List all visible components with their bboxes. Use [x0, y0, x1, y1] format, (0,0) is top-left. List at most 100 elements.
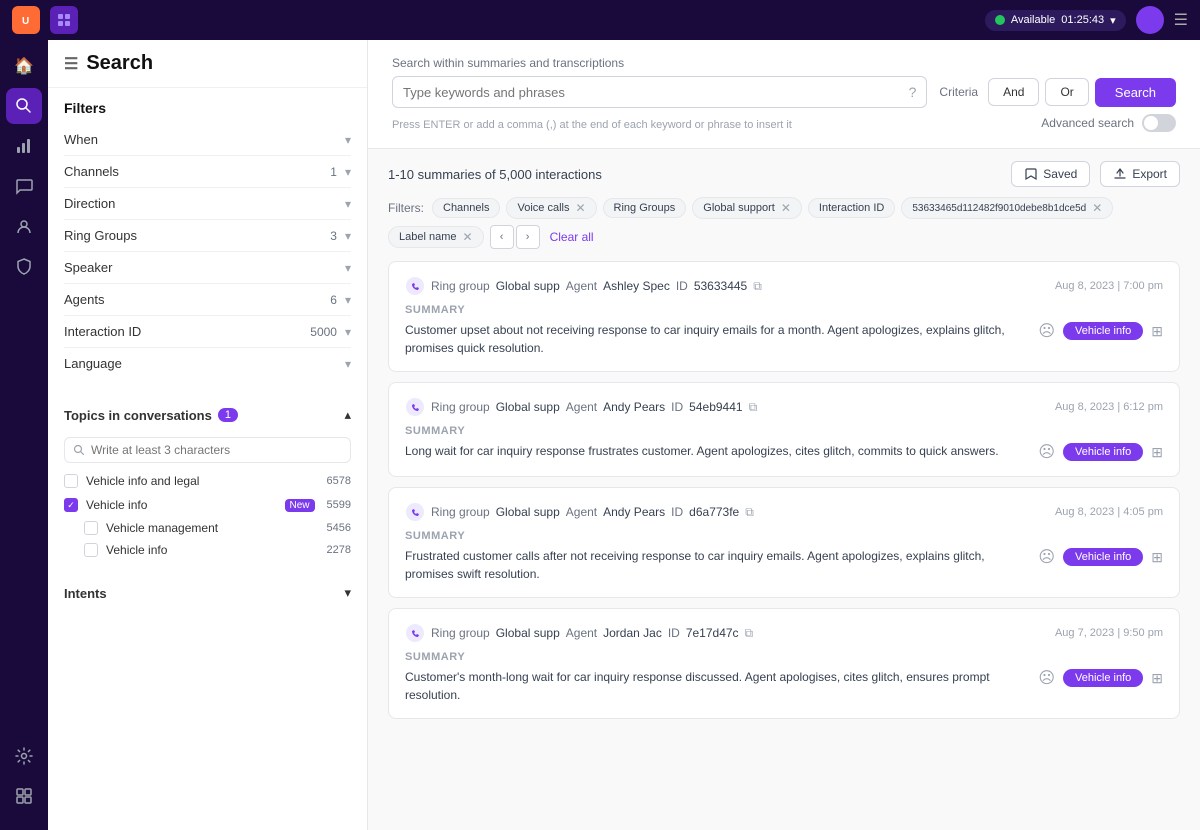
filter-chip-global-support[interactable]: Global support ✕	[692, 197, 802, 219]
search-section-label: Search within summaries and transcriptio…	[392, 56, 1176, 70]
remove-label-name[interactable]: ✕	[463, 230, 473, 244]
summary-actions-4: ☹ Vehicle info ⊞	[1038, 668, 1163, 688]
nav-item-contacts[interactable]	[6, 208, 42, 244]
summary-actions-2: ☹ Vehicle info ⊞	[1038, 442, 1163, 462]
topic-item-vehicle-info-legal[interactable]: Vehicle info and legal 6578	[64, 469, 351, 493]
clear-all-button[interactable]: Clear all	[550, 230, 594, 244]
topics-count: 1	[218, 408, 238, 422]
filter-ring-groups[interactable]: Ring Groups 3 ▾	[64, 220, 351, 252]
arrow-right-button[interactable]: ›	[516, 225, 540, 249]
topbar-right: Available 01:25:43 ▾ ☰	[985, 6, 1188, 34]
help-icon[interactable]: ?	[909, 84, 917, 100]
vehicle-badge-3[interactable]: Vehicle info	[1063, 548, 1143, 566]
nav-item-search[interactable]	[6, 88, 42, 124]
filters-label: Filters:	[388, 201, 424, 215]
topic-search-input[interactable]	[91, 443, 342, 457]
criteria-or-button[interactable]: Or	[1045, 78, 1088, 106]
export-button[interactable]: Export	[1100, 161, 1180, 187]
topic-checkbox-vehicle-management[interactable]	[84, 521, 98, 535]
copy-icon-4[interactable]: ⧉	[745, 626, 754, 641]
criteria-and-button[interactable]: And	[988, 78, 1039, 106]
phone-icon-3	[405, 502, 425, 522]
filter-language[interactable]: Language ▾	[64, 348, 351, 379]
vehicle-badge-2[interactable]: Vehicle info	[1063, 443, 1143, 461]
topic-search[interactable]	[64, 437, 351, 463]
remove-voice-calls[interactable]: ✕	[575, 201, 585, 215]
intents-title: Intents	[64, 586, 107, 601]
status-badge[interactable]: Available 01:25:43 ▾	[985, 10, 1126, 31]
chevron-down-icon: ▾	[345, 325, 351, 339]
topic-item-vehicle-info-sub[interactable]: Vehicle info 2278	[64, 539, 351, 561]
card-meta-3: Ring group Global supp Agent Andy Pears …	[405, 502, 754, 522]
topic-checkbox-vehicle-info-sub[interactable]	[84, 543, 98, 557]
filter-speaker[interactable]: Speaker ▾	[64, 252, 351, 284]
topic-item-vehicle-info-main[interactable]: ✓ Vehicle info New 5599	[64, 493, 351, 517]
transcript-icon-1[interactable]: ⊞	[1151, 323, 1163, 340]
hamburger-icon[interactable]: ☰	[1174, 10, 1188, 30]
filter-direction[interactable]: Direction ▾	[64, 188, 351, 220]
nav-item-settings[interactable]	[6, 738, 42, 774]
arrow-left-button[interactable]: ‹	[490, 225, 514, 249]
saved-button[interactable]: Saved	[1011, 161, 1090, 187]
filters-title: Filters	[64, 100, 351, 116]
copy-icon-3[interactable]: ⧉	[745, 505, 754, 520]
chevron-down-icon: ▾	[345, 133, 351, 147]
copy-icon-2[interactable]: ⧉	[749, 400, 758, 415]
transcript-icon-2[interactable]: ⊞	[1151, 444, 1163, 461]
filter-channels[interactable]: Channels 1 ▾	[64, 156, 351, 188]
summary-label-2: SUMMARY	[405, 425, 1163, 437]
search-icon	[73, 444, 85, 456]
nav-item-grid[interactable]	[6, 778, 42, 814]
card-date-4: Aug 7, 2023 | 9:50 pm	[1055, 627, 1163, 639]
card-date-3: Aug 8, 2023 | 4:05 pm	[1055, 506, 1163, 518]
topbar: U Available 01:25:43 ▾ ☰	[0, 0, 1200, 40]
copy-icon-1[interactable]: ⧉	[753, 279, 762, 294]
topics-header[interactable]: Topics in conversations 1 ▴	[64, 399, 351, 431]
results-count: 1-10 summaries of 5,000 interactions	[388, 167, 602, 182]
vehicle-badge-1[interactable]: Vehicle info	[1063, 322, 1143, 340]
filter-chip-interaction-id-label: Interaction ID	[808, 198, 895, 218]
topic-checkbox-vehicle-info-main[interactable]: ✓	[64, 498, 78, 512]
sidebar: ☰ Search Filters When ▾ Channels 1 ▾ Dir…	[48, 40, 368, 830]
topbar-app-icon[interactable]	[50, 6, 78, 34]
filter-agents[interactable]: Agents 6 ▾	[64, 284, 351, 316]
chevron-down-icon: ▾	[345, 261, 351, 275]
phone-icon-2	[405, 397, 425, 417]
nav-item-analytics[interactable]	[6, 128, 42, 164]
criteria-label: Criteria	[939, 85, 978, 99]
status-time: 01:25:43	[1061, 14, 1104, 26]
result-card-1: Ring group Global supp Agent Ashley Spec…	[388, 261, 1180, 372]
filter-section: Filters When ▾ Channels 1 ▾ Direction ▾ …	[48, 88, 367, 391]
app-logo[interactable]: U	[12, 6, 40, 34]
search-button[interactable]: Search	[1095, 78, 1176, 107]
transcript-icon-4[interactable]: ⊞	[1151, 670, 1163, 687]
sidebar-menu-icon[interactable]: ☰	[64, 54, 78, 74]
remove-global-support[interactable]: ✕	[781, 201, 791, 215]
search-hint: Press ENTER or add a comma (,) at the en…	[392, 119, 792, 131]
search-input-wrap[interactable]: ?	[392, 76, 927, 108]
advanced-search-toggle[interactable]	[1142, 114, 1176, 132]
transcript-icon-3[interactable]: ⊞	[1151, 549, 1163, 566]
vehicle-badge-4[interactable]: Vehicle info	[1063, 669, 1143, 687]
nav-item-shield[interactable]	[6, 248, 42, 284]
summary-text-1: Customer upset about not receiving respo…	[405, 321, 1026, 357]
summary-label-4: SUMMARY	[405, 651, 1163, 663]
topbar-left: U	[12, 6, 78, 34]
main-content: Search within summaries and transcriptio…	[368, 40, 1200, 830]
chevron-down-icon: ▾	[345, 357, 351, 371]
filter-interaction-id[interactable]: Interaction ID 5000 ▾	[64, 316, 351, 348]
intents-header[interactable]: Intents ▾	[64, 577, 351, 609]
card-header-3: Ring group Global supp Agent Andy Pears …	[405, 502, 1163, 522]
search-input[interactable]	[403, 85, 909, 100]
avatar[interactable]	[1136, 6, 1164, 34]
filter-chip-interaction-id-value[interactable]: 53633465d112482f9010debe8b1dce5d ✕	[901, 197, 1113, 219]
topic-checkbox-vehicle-info-legal[interactable]	[64, 474, 78, 488]
nav-item-conversations[interactable]	[6, 168, 42, 204]
filter-chip-voice-calls[interactable]: Voice calls ✕	[506, 197, 596, 219]
results-area: 1-10 summaries of 5,000 interactions Sav…	[368, 149, 1200, 830]
filter-when[interactable]: When ▾	[64, 124, 351, 156]
remove-interaction-id[interactable]: ✕	[1092, 201, 1102, 215]
nav-item-home[interactable]: 🏠	[6, 48, 42, 84]
topic-item-vehicle-management[interactable]: Vehicle management 5456	[64, 517, 351, 539]
filter-chip-label-name[interactable]: Label name ✕	[388, 226, 484, 248]
